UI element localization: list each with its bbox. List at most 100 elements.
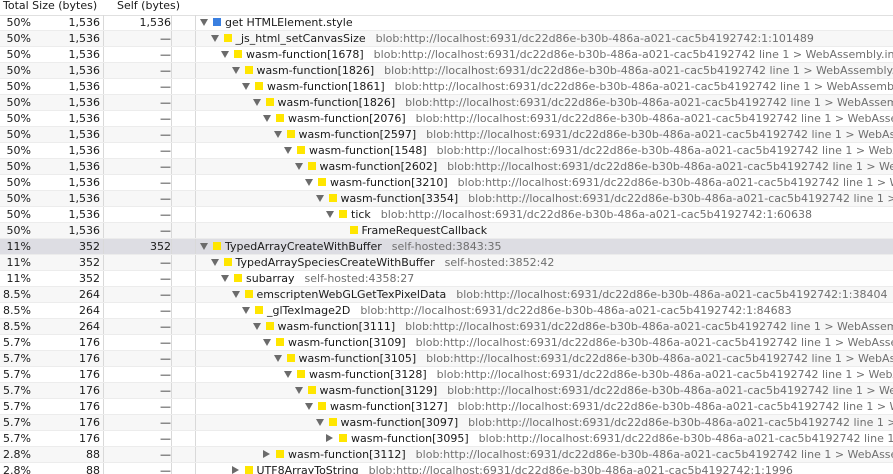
tree-row[interactable]: 50% 1,536 — wasm-function[1826] blob:http://…	[0, 63, 893, 79]
source-link[interactable]: blob:http://localhost:6931/dc22d86e-b30b…	[447, 384, 893, 397]
tree-row[interactable]: 8.5% 264 — _glTexImage2D blob:http://localho…	[0, 303, 893, 319]
tree-row[interactable]: 50% 1,536 1,536 get HTMLElement.style	[0, 15, 893, 31]
source-link[interactable]: blob:http://localhost:6931/dc22d86e-b30b…	[468, 416, 893, 429]
function-cell: subarray self-hosted:4358:27	[221, 271, 414, 287]
tree-row[interactable]: 50% 1,536 — wasm-function[2076] blob:http://…	[0, 111, 893, 127]
collapse-arrow-icon[interactable]	[305, 402, 313, 410]
total-size: 264	[79, 288, 100, 301]
tree-row[interactable]: 11% 352 — TypedArraySpeciesCreateWithBuffer…	[0, 255, 893, 271]
column-divider	[171, 111, 172, 126]
collapse-arrow-icon[interactable]	[200, 18, 208, 26]
tree-row[interactable]: 2.8% 88 — UTF8ArrayToString blob:http://loca…	[0, 463, 893, 474]
tree-row[interactable]: 50% 1,536 — tick blob:http://localhost:6931/…	[0, 207, 893, 223]
expand-arrow-icon[interactable]	[231, 466, 239, 474]
js-category-icon	[318, 178, 326, 186]
tree-row[interactable]: 5.7% 176 — wasm-function[3127] blob:http://l…	[0, 399, 893, 415]
tree-row[interactable]: 5.7% 176 — wasm-function[3105] blob:http://l…	[0, 351, 893, 367]
source-link[interactable]: blob:http://localhost:6931/dc22d86e-b30b…	[416, 112, 893, 125]
tree-row[interactable]: 50% 1,536 — wasm-function[1678] blob:http://…	[0, 47, 893, 63]
collapse-arrow-icon[interactable]	[263, 338, 271, 346]
expand-arrow-icon[interactable]	[326, 434, 333, 442]
tree-row[interactable]: 50% 1,536 — _js_html_setCanvasSize blob:http…	[0, 31, 893, 47]
tree-row[interactable]: 50% 1,536 — wasm-function[2602] blob:http://…	[0, 159, 893, 175]
tree-row[interactable]: 50% 1,536 — wasm-function[1826] blob:http://…	[0, 95, 893, 111]
source-link[interactable]: blob:http://localhost:6931/dc22d86e-b30b…	[405, 320, 893, 333]
collapse-arrow-icon[interactable]	[242, 82, 250, 90]
tree-row[interactable]: 11% 352 352 TypedArrayCreateWithBuffer self-…	[0, 239, 893, 255]
function-name: wasm-function[3112]	[288, 448, 406, 461]
tree-row[interactable]: 5.7% 176 — wasm-function[3128] blob:http://l…	[0, 367, 893, 383]
tree-row[interactable]: 2.8% 88 — wasm-function[3112] blob:http://lo…	[0, 447, 893, 463]
tree-row[interactable]: 50% 1,536 — wasm-function[2597] blob:http://…	[0, 127, 893, 143]
collapse-arrow-icon[interactable]	[273, 354, 282, 362]
tree-row[interactable]: 50% 1,536 — wasm-function[1548] blob:http://…	[0, 143, 893, 159]
collapse-arrow-icon[interactable]	[231, 290, 240, 298]
tree-row[interactable]: 50% 1,536 — FrameRequestCallback	[0, 223, 893, 239]
column-divider	[195, 79, 196, 94]
collapse-arrow-icon[interactable]	[294, 162, 303, 170]
source-link[interactable]: blob:http://localhost:6931/dc22d86e-b30b…	[456, 288, 887, 301]
source-link[interactable]: blob:http://localhost:6931/dc22d86e-b30b…	[376, 32, 814, 45]
source-link[interactable]: blob:http://localhost:6931/dc22d86e-b30b…	[416, 448, 893, 461]
tree-row[interactable]: 8.5% 264 — emscriptenWebGLGetTexPixelData bl…	[0, 287, 893, 303]
source-link[interactable]: blob:http://localhost:6931/dc22d86e-b30b…	[395, 80, 893, 93]
source-link[interactable]: blob:http://localhost:6931/dc22d86e-b30b…	[458, 176, 893, 189]
source-link[interactable]: blob:http://localhost:6931/dc22d86e-b30b…	[384, 64, 893, 77]
source-link[interactable]: blob:http://localhost:6931/dc22d86e-b30b…	[416, 336, 893, 349]
collapse-arrow-icon[interactable]	[284, 146, 292, 154]
tree-row[interactable]: 11% 352 — subarray self-hosted:4358:27	[0, 271, 893, 287]
collapse-arrow-icon[interactable]	[273, 130, 282, 138]
source-link[interactable]: self-hosted:4358:27	[305, 272, 415, 285]
source-link[interactable]: blob:http://localhost:6931/dc22d86e-b30b…	[405, 96, 893, 109]
tree-row[interactable]: 8.5% 264 — wasm-function[3111] blob:http://l…	[0, 319, 893, 335]
tree-row[interactable]: 5.7% 176 — wasm-function[3097] blob:http://l…	[0, 415, 893, 431]
js-category-icon	[265, 98, 274, 106]
tree-row[interactable]: 5.7% 176 — wasm-function[3095] blob:http://l…	[0, 431, 893, 447]
source-link[interactable]: blob:http://localhost:6931/dc22d86e-b30b…	[426, 352, 893, 365]
collapse-arrow-icon[interactable]	[231, 66, 240, 74]
function-cell: wasm-function[2076] blob:http://localhost…	[263, 111, 893, 127]
source-link[interactable]: blob:http://localhost:6931/dc22d86e-b30b…	[468, 192, 893, 205]
collapse-arrow-icon[interactable]	[210, 258, 219, 266]
column-divider	[171, 431, 172, 446]
tree-row[interactable]: 5.7% 176 — wasm-function[3129] blob:http://l…	[0, 383, 893, 399]
source-link[interactable]: blob:http://localhost:6931/dc22d86e-b30b…	[426, 128, 893, 141]
collapse-arrow-icon[interactable]	[221, 50, 229, 58]
collapse-arrow-icon[interactable]	[252, 98, 261, 106]
self-column-header[interactable]: Self (bytes)	[117, 0, 180, 15]
collapse-arrow-icon[interactable]	[315, 418, 324, 426]
collapse-arrow-icon[interactable]	[210, 34, 219, 42]
tree-row[interactable]: 50% 1,536 — wasm-function[3354] blob:http://…	[0, 191, 893, 207]
source-link[interactable]: self-hosted:3852:42	[445, 256, 555, 269]
collapse-arrow-icon[interactable]	[242, 306, 250, 314]
tree-row[interactable]: 50% 1,536 — wasm-function[1861] blob:http://…	[0, 79, 893, 95]
column-divider	[195, 207, 196, 222]
collapse-arrow-icon[interactable]	[315, 194, 324, 202]
source-link[interactable]: blob:http://localhost:6931/dc22d86e-b30b…	[381, 208, 812, 221]
function-cell: UTF8ArrayToString blob:http://localhost:6…	[231, 463, 793, 474]
source-link[interactable]: blob:http://localhost:6931/dc22d86e-b30b…	[374, 48, 893, 61]
source-link[interactable]: self-hosted:3843:35	[392, 240, 502, 253]
tree-row[interactable]: 5.7% 176 — wasm-function[3109] blob:http://l…	[0, 335, 893, 351]
collapse-arrow-icon[interactable]	[294, 386, 303, 394]
total-percent: 5.7%	[3, 432, 31, 445]
source-link[interactable]: blob:http://localhost:6931/dc22d86e-b30b…	[458, 400, 893, 413]
source-link[interactable]: blob:http://localhost:6931/dc22d86e-b30b…	[447, 160, 893, 173]
collapse-arrow-icon[interactable]	[305, 178, 313, 186]
source-link[interactable]: blob:http://localhost:6931/dc22d86e-b30b…	[479, 432, 893, 445]
source-link[interactable]: blob:http://localhost:6931/dc22d86e-b30b…	[437, 144, 893, 157]
column-divider	[195, 351, 196, 366]
collapse-arrow-icon[interactable]	[284, 370, 292, 378]
expand-arrow-icon[interactable]	[263, 450, 270, 458]
total-size-column-header[interactable]: Total Size (bytes)	[3, 0, 97, 15]
collapse-arrow-icon[interactable]	[200, 242, 208, 250]
source-link[interactable]: blob:http://localhost:6931/dc22d86e-b30b…	[360, 304, 791, 317]
collapse-arrow-icon[interactable]	[221, 274, 229, 282]
collapse-arrow-icon[interactable]	[326, 210, 334, 218]
collapse-arrow-icon[interactable]	[263, 114, 271, 122]
source-link[interactable]: blob:http://localhost:6931/dc22d86e-b30b…	[437, 368, 893, 381]
tree-row[interactable]: 50% 1,536 — wasm-function[3210] blob:http://…	[0, 175, 893, 191]
function-name: FrameRequestCallback	[361, 224, 488, 237]
collapse-arrow-icon[interactable]	[252, 322, 261, 330]
source-link[interactable]: blob:http://localhost:6931/dc22d86e-b30b…	[369, 464, 793, 474]
